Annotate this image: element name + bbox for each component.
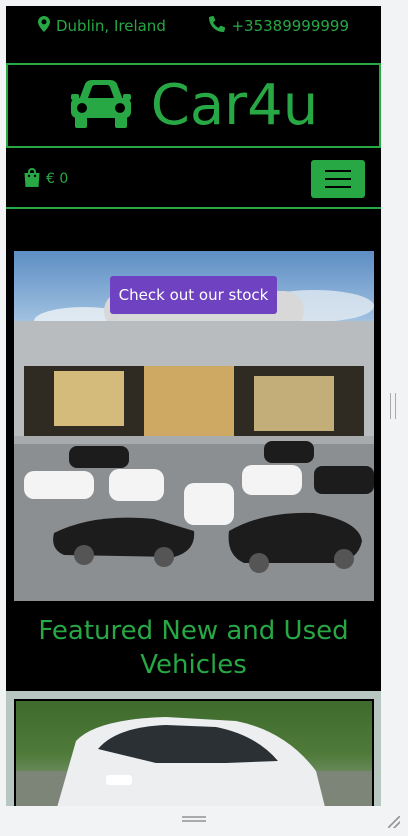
hamburger-line (325, 170, 351, 172)
bottom-resize-bar[interactable] (0, 806, 408, 836)
navbar: € 0 (6, 151, 381, 209)
hamburger-line (325, 178, 351, 180)
featured-car-image[interactable] (14, 699, 374, 806)
map-marker-icon (38, 16, 50, 36)
grip-icon (182, 816, 206, 818)
phone-text[interactable]: +35389999999 (231, 17, 349, 35)
shopping-bag-icon (22, 167, 42, 191)
check-stock-button[interactable]: Check out our stock (110, 276, 277, 314)
featured-heading: Featured New and Used Vehicles (38, 616, 349, 680)
hamburger-menu-button[interactable] (311, 160, 365, 198)
hamburger-line (325, 186, 351, 188)
car-icon (69, 78, 133, 134)
location-text: Dublin, Ireland (56, 17, 166, 35)
location-info: Dublin, Ireland (38, 16, 166, 36)
resize-corner-icon[interactable] (388, 816, 400, 828)
cart-amount: € 0 (46, 171, 69, 187)
page-viewport: Dublin, Ireland +35389999999 Car4u € 0 C… (6, 6, 381, 806)
vertical-resize-handle[interactable] (390, 393, 396, 419)
phone-icon (209, 15, 226, 36)
top-contact-bar: Dublin, Ireland +35389999999 (6, 6, 381, 46)
brand-logo[interactable]: Car4u (6, 63, 381, 148)
phone-info[interactable]: +35389999999 (209, 15, 349, 36)
brand-name[interactable]: Car4u (151, 77, 319, 134)
cart-link[interactable]: € 0 (22, 167, 68, 191)
